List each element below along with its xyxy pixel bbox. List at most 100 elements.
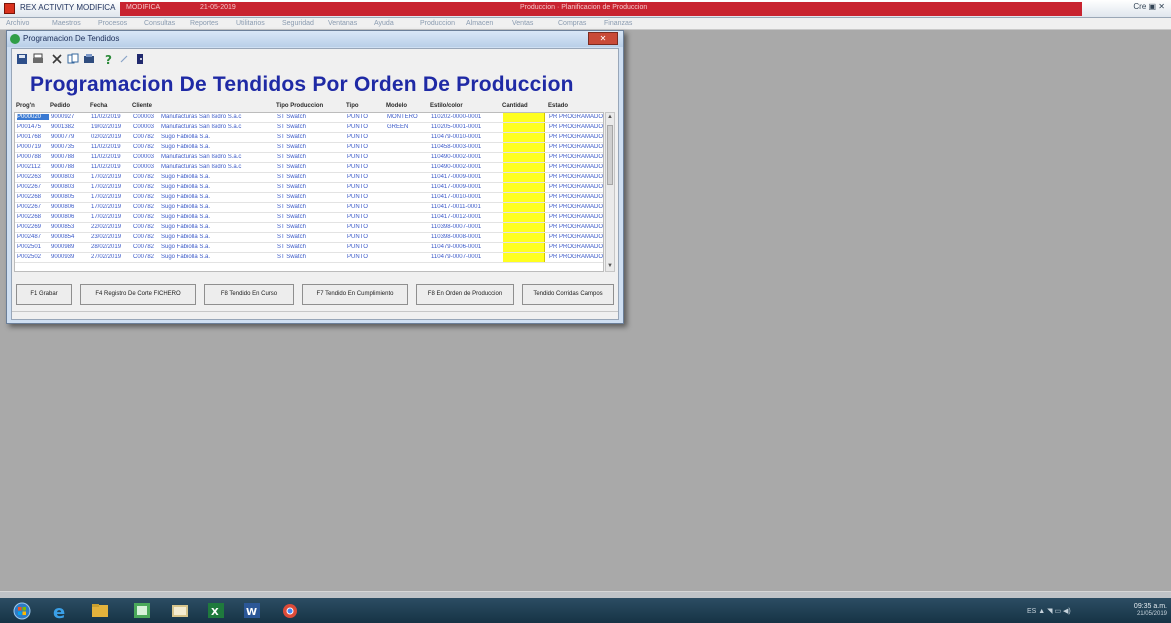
pedido-cell: 9000779 — [51, 134, 75, 140]
pedido-cell: 9000854 — [51, 234, 75, 240]
tendido-corridas-button[interactable]: Tendido Corridas Campos — [522, 284, 614, 305]
grabar-button[interactable]: F1 Grabar — [16, 284, 72, 305]
cantidad-cell[interactable] — [503, 213, 545, 222]
table-row[interactable]: P002269 9000853 22/02/2019 C00782 Sugo Fabio… — [15, 223, 603, 233]
menu-item[interactable]: Almacen — [466, 20, 493, 27]
word-icon[interactable]: W — [242, 601, 262, 620]
tray-icons[interactable]: ES ▲ ◥ ▭ ◀) — [1027, 607, 1071, 615]
tipo-cell: PUNTO — [347, 224, 368, 230]
scroll-up-icon[interactable]: ▲ — [606, 113, 614, 122]
delete-icon[interactable] — [51, 53, 63, 65]
clock-time[interactable]: 09:35 a.m. — [1134, 603, 1167, 610]
cantidad-cell[interactable] — [503, 113, 545, 122]
table-row[interactable]: P002487 9000854 23/02/2019 C00782 Sugo Fabio… — [15, 233, 603, 243]
orden-produccion-button[interactable]: F8 En Orden de Produccion — [416, 284, 514, 305]
menu-item[interactable]: Consultas — [144, 20, 175, 27]
column-header[interactable]: Estado — [548, 103, 568, 109]
table-row[interactable]: P001475 9001382 19/02/2019 C00003 Manufactur… — [15, 123, 603, 133]
start-button[interactable] — [12, 601, 32, 620]
table-row[interactable]: P000020 9000927 11/02/2019 C00003 Manufactur… — [15, 113, 603, 123]
column-header[interactable]: Pedido — [50, 103, 70, 109]
column-header[interactable]: Modelo — [386, 103, 407, 109]
cantidad-cell[interactable] — [503, 163, 545, 172]
vertical-scrollbar[interactable]: ▲ ▼ — [605, 112, 615, 272]
table-row[interactable]: P000719 9000735 11/02/2019 C00782 Sugo Fabio… — [15, 143, 603, 153]
cliente-name-cell: Sugo Fabiolla S.a. — [161, 244, 211, 250]
column-header[interactable]: Cantidad — [502, 103, 528, 109]
close-button[interactable]: ✕ — [588, 32, 618, 45]
action-button-bar: F1 Grabar F4 Registro De Corte FICHERO F8 … — [16, 284, 616, 306]
cantidad-cell[interactable] — [503, 173, 545, 182]
cantidad-cell[interactable] — [503, 243, 545, 252]
cliente-code-cell: C00782 — [133, 214, 155, 220]
column-header[interactable]: Fecha — [90, 103, 107, 109]
help-icon[interactable]: ? — [102, 53, 114, 65]
table-row[interactable]: P002263 9000803 17/02/2019 C00782 Sugo Fabio… — [15, 173, 603, 183]
column-header[interactable]: Cliente — [132, 103, 152, 109]
pedido-cell: 9000803 — [51, 184, 75, 190]
column-header[interactable]: Prog'n — [16, 103, 35, 109]
menu-item[interactable]: Utilitarios — [236, 20, 265, 27]
excel-icon[interactable]: X — [206, 601, 226, 620]
menu-item[interactable]: Ventas — [512, 20, 533, 27]
tipo-cell: PUNTO — [347, 234, 368, 240]
folder-icon[interactable] — [170, 601, 190, 620]
window-titlebar[interactable]: Programacion De Tendidos ✕ — [7, 31, 623, 47]
table-row[interactable]: P002267 9000803 17/02/2019 C00782 Sugo Fabio… — [15, 183, 603, 193]
menu-item[interactable]: Ayuda — [374, 20, 394, 27]
cantidad-cell[interactable] — [503, 133, 545, 142]
explorer-icon[interactable] — [90, 601, 110, 620]
search-icon[interactable] — [118, 53, 130, 65]
prog-cell: P002268 — [17, 214, 42, 220]
cantidad-cell[interactable] — [503, 143, 545, 152]
table-row[interactable]: P002112 9000788 11/02/2019 C00003 Manufactur… — [15, 163, 603, 173]
copy-icon[interactable] — [67, 53, 79, 65]
cantidad-cell[interactable] — [503, 153, 545, 162]
cantidad-cell[interactable] — [503, 123, 545, 132]
menu-item[interactable]: Maestros — [52, 20, 81, 27]
table-row[interactable]: P002268 9000806 17/02/2019 C00782 Sugo Fabio… — [15, 213, 603, 223]
cantidad-cell[interactable] — [503, 253, 545, 262]
column-header[interactable]: Tipo Produccion — [276, 103, 323, 109]
menu-item[interactable]: Compras — [558, 20, 586, 27]
cantidad-cell[interactable] — [503, 193, 545, 202]
registro-corte-button[interactable]: F4 Registro De Corte FICHERO — [80, 284, 196, 305]
table-row[interactable]: P001768 9000779 02/02/2019 C00782 Sugo Fabio… — [15, 133, 603, 143]
exit-icon[interactable] — [134, 53, 146, 65]
scroll-down-icon[interactable]: ▼ — [606, 262, 614, 271]
cantidad-cell[interactable] — [503, 223, 545, 232]
menu-item[interactable]: Archivo — [6, 20, 29, 27]
ie-icon[interactable]: e — [50, 601, 70, 620]
cantidad-cell[interactable] — [503, 183, 545, 192]
export-icon[interactable] — [83, 53, 95, 65]
menu-item[interactable]: Seguridad — [282, 20, 314, 27]
tendido-cumplimiento-button[interactable]: F7 Tendido En Cumplimiento — [302, 284, 408, 305]
menu-item[interactable]: Produccion — [420, 20, 455, 27]
cliente-name-cell: Sugo Fabiolla S.a. — [161, 204, 211, 210]
table-row[interactable]: P002502 9000939 27/02/2019 C00782 Sugo Fabio… — [15, 253, 603, 263]
table-row[interactable]: P002268 9000805 17/02/2019 C00782 Sugo Fabio… — [15, 193, 603, 203]
menu-item[interactable]: Finanzas — [604, 20, 632, 27]
menu-item[interactable]: Reportes — [190, 20, 218, 27]
save-icon[interactable] — [16, 53, 28, 65]
status-line — [12, 311, 618, 320]
app-green-icon[interactable] — [132, 601, 152, 620]
chrome-icon[interactable] — [280, 601, 300, 620]
cantidad-cell[interactable] — [503, 233, 545, 242]
table-row[interactable]: P002501 9000989 28/02/2019 C00782 Sugo Fabio… — [15, 243, 603, 253]
window-controls[interactable]: Cre ▣ ✕ — [1095, 2, 1165, 16]
grid-body[interactable]: P000020 9000927 11/02/2019 C00003 Manufactur… — [14, 112, 604, 272]
prog-cell: P002267 — [17, 204, 42, 210]
clock-date[interactable]: 21/05/2019 — [1137, 611, 1167, 617]
print-icon[interactable] — [32, 53, 44, 65]
menu-item[interactable]: Procesos — [98, 20, 127, 27]
pedido-cell: 9000735 — [51, 144, 75, 150]
column-header[interactable]: Tipo — [346, 103, 359, 109]
table-row[interactable]: P000788 9000788 11/02/2019 C00003 Manufactur… — [15, 153, 603, 163]
menu-item[interactable]: Ventanas — [328, 20, 357, 27]
tendido-en-curso-button[interactable]: F8 Tendido En Curso — [204, 284, 294, 305]
table-row[interactable]: P002267 9000806 17/02/2019 C00782 Sugo Fabio… — [15, 203, 603, 213]
scroll-thumb[interactable] — [607, 125, 613, 185]
column-header[interactable]: Estilo/color — [430, 103, 463, 109]
cantidad-cell[interactable] — [503, 203, 545, 212]
